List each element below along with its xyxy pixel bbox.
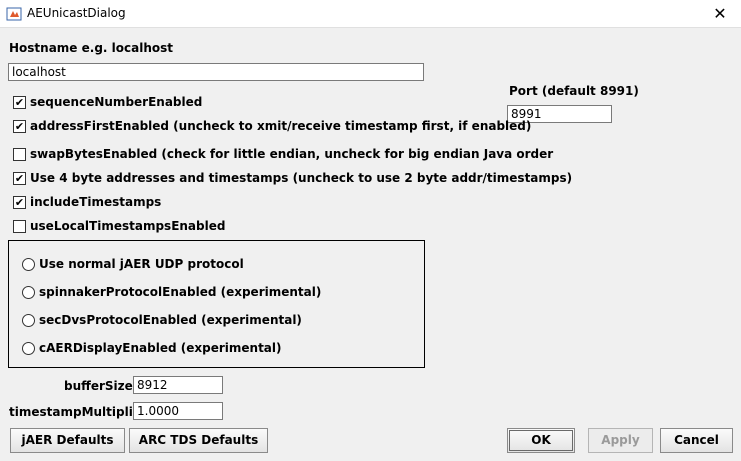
checkbox-label: useLocalTimestampsEnabled xyxy=(30,219,226,233)
checkbox-checked[interactable]: ✔ xyxy=(13,96,26,109)
checkbox-checked[interactable]: ✔ xyxy=(13,120,26,133)
check-icon: ✔ xyxy=(14,120,25,133)
radio-button[interactable] xyxy=(22,286,35,299)
checkbox-label: includeTimestamps xyxy=(30,195,162,209)
check-icon: ✔ xyxy=(14,172,25,185)
buffer-size-field[interactable]: 8912 xyxy=(133,376,223,394)
cancel-button[interactable]: Cancel xyxy=(660,428,733,453)
radio-label: cAERDisplayEnabled (experimental) xyxy=(39,341,282,355)
timestamp-multiplier-label: timestampMultiplier xyxy=(9,405,147,419)
jaer-defaults-button[interactable]: jAER Defaults xyxy=(10,428,125,453)
checkbox-checked[interactable]: ✔ xyxy=(13,196,26,209)
hostname-field[interactable]: localhost xyxy=(8,63,424,81)
apply-button[interactable]: Apply xyxy=(588,428,653,453)
port-label: Port (default 8991) xyxy=(509,84,639,98)
radio-button[interactable] xyxy=(22,342,35,355)
checkbox-label: swapBytesEnabled (check for little endia… xyxy=(30,147,554,161)
close-icon[interactable]: ✕ xyxy=(705,3,735,25)
checkbox-label: addressFirstEnabled (uncheck to xmit/rec… xyxy=(30,119,532,133)
window-title: AEUnicastDialog xyxy=(27,6,126,20)
checkbox-label: Use 4 byte addresses and timestamps (unc… xyxy=(30,171,573,185)
radio-label: secDvsProtocolEnabled (experimental) xyxy=(39,313,302,327)
radio-button[interactable] xyxy=(22,258,35,271)
checkbox-checked[interactable]: ✔ xyxy=(13,172,26,185)
radio-label: Use normal jAER UDP protocol xyxy=(39,257,244,271)
title-bar: AEUnicastDialog ✕ xyxy=(0,0,741,28)
check-icon: ✔ xyxy=(14,196,25,209)
arc-tds-defaults-button[interactable]: ARC TDS Defaults xyxy=(129,428,268,453)
radio-label: spinnakerProtocolEnabled (experimental) xyxy=(39,285,322,299)
radio-button[interactable] xyxy=(22,314,35,327)
buffer-size-label: bufferSize xyxy=(64,379,133,393)
checkbox-label: sequenceNumberEnabled xyxy=(30,95,203,109)
java-app-icon xyxy=(6,7,22,21)
checkbox-unchecked[interactable] xyxy=(13,220,26,233)
timestamp-multiplier-field[interactable]: 1.0000 xyxy=(133,402,223,420)
ok-button[interactable]: OK xyxy=(507,428,575,453)
hostname-label: Hostname e.g. localhost xyxy=(9,41,173,55)
checkbox-unchecked[interactable] xyxy=(13,148,26,161)
check-icon: ✔ xyxy=(14,96,25,109)
